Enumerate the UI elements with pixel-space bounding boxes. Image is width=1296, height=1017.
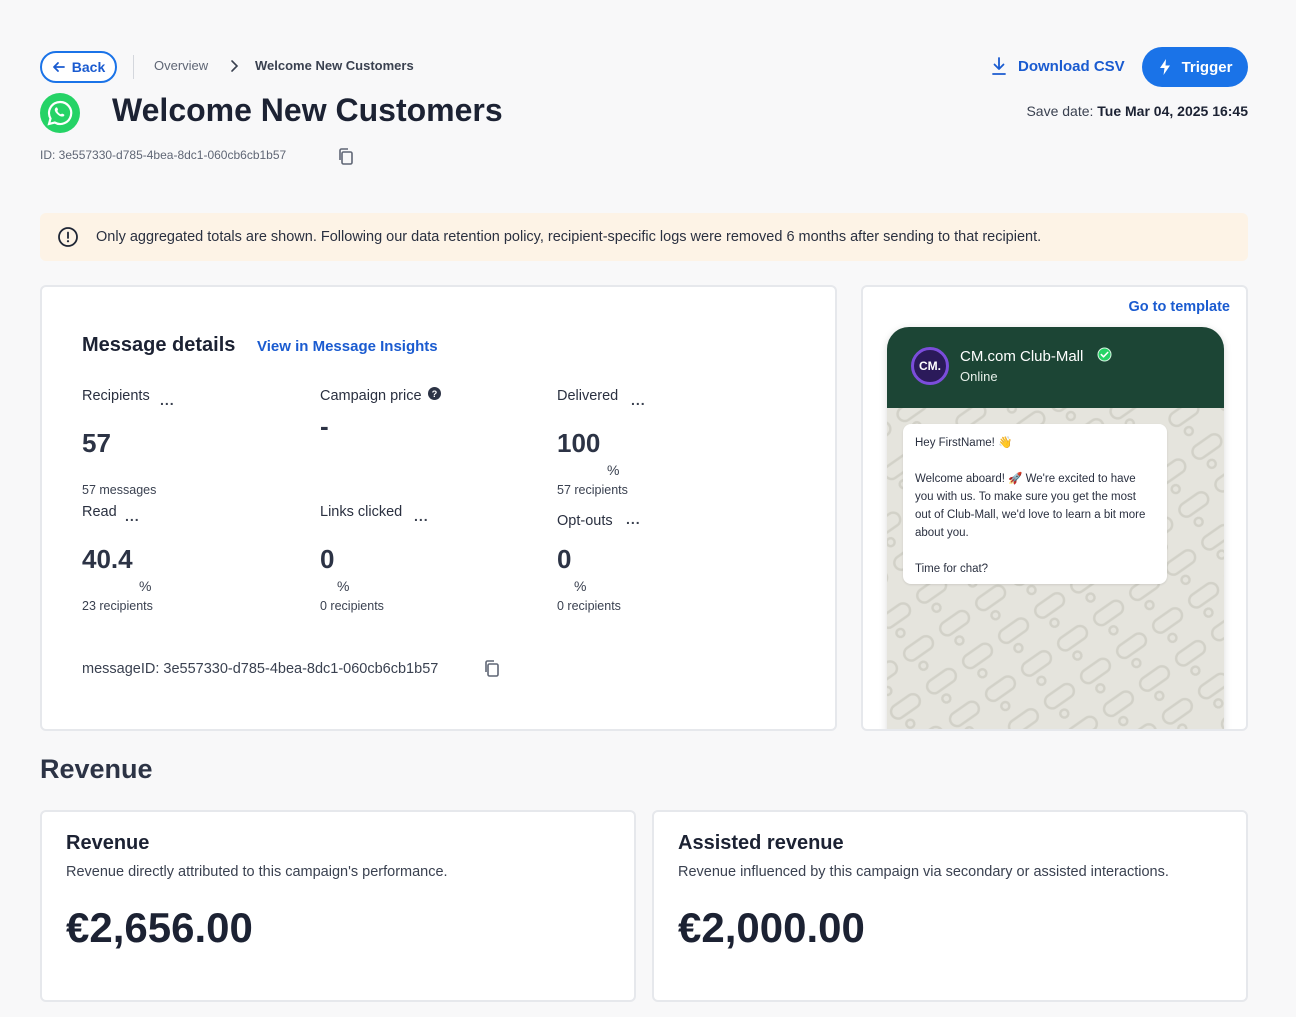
view-message-insights-link[interactable]: View in Message Insights [257, 338, 438, 355]
assisted-revenue-card: Assisted revenue Revenue influenced by t… [652, 810, 1248, 1002]
message-bubble: Hey FirstName! 👋 Welcome aboard! 🚀 We're… [903, 424, 1167, 584]
breadcrumb-overview[interactable]: Overview [154, 58, 208, 73]
assisted-revenue-value: €2,000.00 [678, 904, 865, 951]
sender-status: Online [960, 369, 998, 384]
revenue-heading: Revenue [40, 754, 153, 784]
info-alert-icon [58, 227, 78, 247]
metric-label-opt-outs: Opt-outs [557, 513, 613, 529]
copy-icon[interactable] [483, 659, 501, 679]
whatsapp-preview: CM. CM.com Club-Mall Online Hey FirstNam… [887, 327, 1224, 729]
breadcrumb-current: Welcome New Customers [255, 58, 414, 73]
message-details-title: Message details [82, 334, 236, 356]
save-date: Save date: Tue Mar 04, 2025 16:45 [1026, 103, 1248, 119]
bubble-line: Welcome aboard! 🚀 We're excited to have … [915, 473, 1146, 539]
download-csv-label: Download CSV [1018, 57, 1125, 75]
revenue-card-title: Revenue [66, 832, 150, 854]
delivered-more-button[interactable]: ... [631, 392, 646, 408]
message-id: messageID: 3e557330-d785-4bea-8dc1-060cb… [82, 661, 439, 677]
metric-value-links-clicked: 0 [320, 544, 335, 574]
metric-sub-links-clicked: 0 recipients [320, 599, 384, 613]
sender-name: CM.com Club-Mall [960, 348, 1084, 365]
assisted-revenue-desc: Revenue influenced by this campaign via … [678, 864, 1169, 880]
download-icon [992, 57, 1006, 75]
save-date-value: Tue Mar 04, 2025 16:45 [1097, 103, 1248, 119]
chevron-right-icon [231, 60, 239, 72]
metric-sub-recipients: 57 messages [82, 483, 157, 497]
metric-value-delivered: 100 [557, 428, 601, 458]
metric-value-campaign-price: - [320, 411, 329, 441]
trigger-button[interactable]: Trigger [1142, 47, 1248, 87]
revenue-card-value: €2,656.00 [66, 904, 253, 951]
bubble-line: Hey FirstName! 👋 [915, 437, 1013, 449]
metric-value-read: 40.4 [82, 544, 133, 574]
metric-sub-delivered: 57 recipients [557, 483, 628, 497]
metric-value-opt-outs: 0 [557, 544, 572, 574]
chat-background: Hey FirstName! 👋 Welcome aboard! 🚀 We're… [887, 408, 1224, 729]
metric-sub-opt-outs: 0 recipients [557, 599, 621, 613]
page-title: Welcome New Customers [112, 92, 503, 128]
message-details-card: Message details View in Message Insights… [40, 285, 837, 731]
opt-outs-more-button[interactable]: ... [626, 511, 641, 527]
lightning-icon [1159, 59, 1170, 75]
copy-icon[interactable] [337, 147, 355, 167]
go-to-template-link[interactable]: Go to template [1128, 299, 1230, 315]
read-more-button[interactable]: ... [125, 508, 140, 524]
download-csv-button[interactable]: Download CSV [990, 56, 1125, 76]
save-date-label: Save date: [1026, 103, 1094, 119]
assisted-revenue-title: Assisted revenue [678, 832, 844, 854]
metric-label-recipients: Recipients [82, 388, 150, 404]
bubble-line [915, 542, 1155, 560]
metric-unit-opt-outs: % [574, 578, 587, 594]
retention-notice: Only aggregated totals are shown. Follow… [40, 213, 1248, 261]
back-button[interactable]: Back [40, 51, 117, 83]
recipients-more-button[interactable]: ... [160, 392, 175, 408]
trigger-label: Trigger [1181, 58, 1233, 76]
template-preview-card: Go to template CM. CM.com Club-Mall Onli… [861, 285, 1248, 731]
notice-text: Only aggregated totals are shown. Follow… [96, 229, 1042, 245]
revenue-card: Revenue Revenue directly attributed to t… [40, 810, 636, 1002]
arrow-left-icon [52, 62, 65, 72]
metric-label-delivered: Delivered [557, 388, 619, 404]
metric-unit-read: % [139, 578, 152, 594]
bubble-line [915, 452, 1155, 470]
metric-label-links-clicked: Links clicked [320, 504, 403, 520]
metric-sub-read: 23 recipients [82, 599, 153, 613]
metric-label-campaign-price: Campaign price [320, 388, 422, 404]
links-clicked-more-button[interactable]: ... [414, 508, 429, 524]
back-label: Back [71, 59, 106, 75]
sender-avatar: CM. [911, 347, 949, 385]
breadcrumb-divider [133, 55, 134, 79]
bubble-line: Time for chat? [915, 563, 989, 575]
chat-header: CM. CM.com Club-Mall Online [887, 327, 1224, 408]
metric-value-recipients: 57 [82, 428, 111, 458]
revenue-card-desc: Revenue directly attributed to this camp… [66, 864, 448, 880]
campaign-id: ID: 3e557330-d785-4bea-8dc1-060cb6cb1b57 [40, 148, 287, 162]
metric-label-read: Read [82, 504, 117, 520]
verified-icon [1097, 347, 1112, 362]
metric-unit-links-clicked: % [337, 578, 350, 594]
whatsapp-icon [40, 93, 80, 133]
help-icon[interactable]: ? [428, 387, 441, 400]
metric-unit-delivered: % [607, 462, 620, 478]
